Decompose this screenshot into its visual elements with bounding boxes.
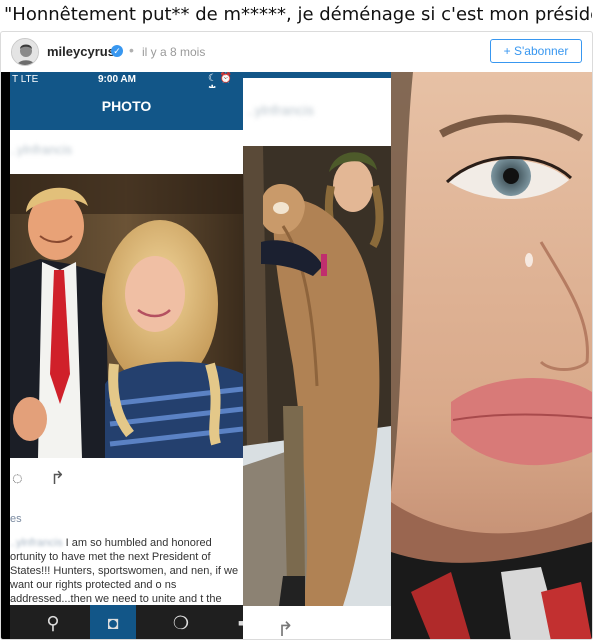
article-headline: "Honnêtement put** de m*****, je déménag… <box>4 4 592 25</box>
username-link[interactable]: mileycyrus <box>47 44 115 59</box>
bottom-nav: ⚲ ◘ ❍ ▪ <box>10 605 243 639</box>
blurred-username: ..ylnfrancis <box>247 102 314 118</box>
check-badge-icon: ✓ <box>111 45 123 57</box>
follow-button[interactable]: + S'abonner <box>490 39 582 63</box>
profile-icon[interactable]: ▪ <box>218 605 243 639</box>
caption-username[interactable]: ..ylnfrancis <box>10 537 63 549</box>
post-caption: es ..ylnfrancis I am so humbled and hono… <box>10 512 243 620</box>
blurred-username: ..ylnfrancis <box>10 142 73 157</box>
nav-bar <box>243 72 391 78</box>
activity-icon[interactable]: ❍ <box>158 605 204 639</box>
post-header: mileycyrus ✓ • il y a 8 mois + S'abonner <box>1 32 592 72</box>
screenshot-hunting-post: ..ylnfrancis ↱ <box>243 72 391 639</box>
instagram-post-card: mileycyrus ✓ • il y a 8 mois + S'abonner… <box>0 31 593 640</box>
likes-count: es <box>10 513 22 525</box>
carrier-label: T LTE <box>12 74 39 85</box>
camera-icon[interactable]: ◘ <box>90 605 136 639</box>
photo-two-people <box>10 174 243 458</box>
share-icon[interactable]: ↱ <box>277 617 294 639</box>
comment-icon[interactable]: ◌ <box>12 468 23 489</box>
photo-hunter-with-cougar <box>243 146 391 606</box>
post-actions: ◌ ↱ <box>10 468 243 492</box>
search-icon[interactable]: ⚲ <box>30 605 76 639</box>
separator-dot: • <box>129 42 134 58</box>
post-time: il y a 8 mois <box>142 45 206 59</box>
post-actions: ↱ <box>243 617 391 639</box>
status-bar: T LTE 9:00 AM ☾ ⏰ ✱ <box>10 72 243 95</box>
nav-title: PHOTO <box>101 98 152 114</box>
status-time: 9:00 AM <box>98 74 136 85</box>
share-icon[interactable]: ↱ <box>50 468 65 489</box>
post-image-collage[interactable]: T LTE 9:00 AM ☾ ⏰ ✱ PHOTO ..ylnfrancis <box>1 72 592 639</box>
avatar[interactable] <box>11 38 39 66</box>
nav-bar: PHOTO <box>10 88 243 130</box>
screenshot-photo-post: T LTE 9:00 AM ☾ ⏰ ✱ PHOTO ..ylnfrancis <box>10 72 243 639</box>
photo-crying-selfie <box>391 72 592 639</box>
